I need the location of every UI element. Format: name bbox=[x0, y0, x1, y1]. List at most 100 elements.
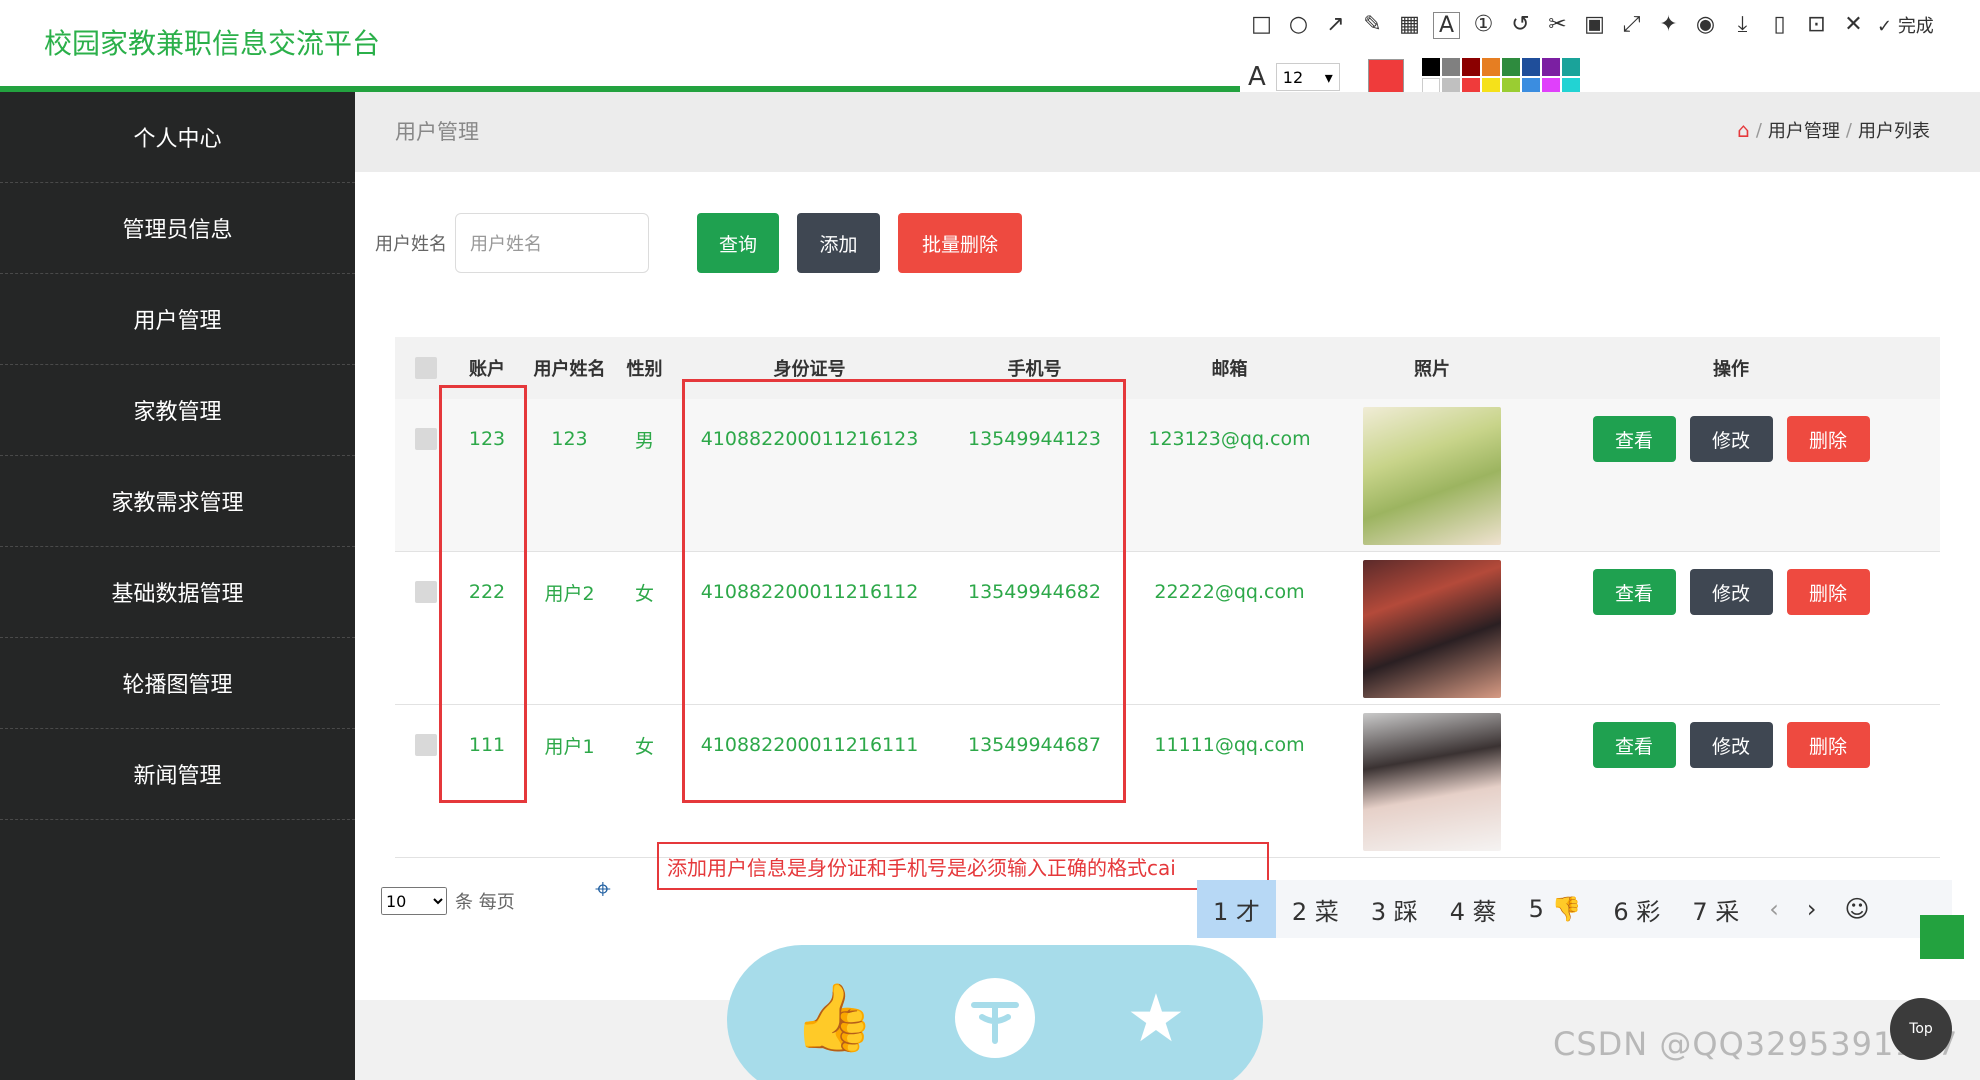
user-photo bbox=[1363, 406, 1501, 545]
font-size-value: 12 bbox=[1282, 67, 1304, 87]
ime-candidate[interactable]: 3 踩 bbox=[1355, 880, 1434, 938]
annotation-text[interactable]: 添加用户信息是身份证和手机号是必须输入正确的格式cai bbox=[657, 842, 1269, 890]
coin-icon[interactable] bbox=[950, 973, 1040, 1063]
cell-email: 123123@qq.com bbox=[1148, 428, 1311, 450]
page-title: 用户管理 bbox=[395, 120, 479, 144]
color-swatch[interactable] bbox=[1561, 58, 1580, 76]
pagination: 10 条 每页 bbox=[381, 887, 515, 915]
delete-button[interactable]: 删除 bbox=[1786, 722, 1870, 768]
sidebar-item-personal-center[interactable]: 个人中心 bbox=[0, 92, 355, 183]
sidebar-item-tutor-demand[interactable]: 家教需求管理 bbox=[0, 456, 355, 547]
font-size-select[interactable]: 12 ▾ bbox=[1275, 63, 1340, 91]
edit-button[interactable]: 修改 bbox=[1689, 569, 1773, 615]
text-icon[interactable]: A bbox=[1433, 12, 1460, 39]
ocr-icon[interactable]: ▣ bbox=[1581, 12, 1608, 39]
crosshair-cursor-icon: ⌖ bbox=[595, 872, 611, 905]
color-swatch[interactable] bbox=[1501, 58, 1520, 76]
cell-name: 用户1 bbox=[544, 735, 595, 758]
ime-candidate[interactable]: 5 👎 bbox=[1513, 880, 1598, 938]
ellipse-icon[interactable]: ○ bbox=[1285, 12, 1312, 39]
sidebar-item-user-management[interactable]: 用户管理 bbox=[0, 274, 355, 365]
cell-email: 22222@qq.com bbox=[1154, 581, 1305, 603]
query-button[interactable]: 查询 bbox=[697, 213, 779, 273]
per-page-label: 条 每页 bbox=[455, 892, 515, 913]
pin-icon[interactable]: ✦ bbox=[1655, 12, 1682, 39]
column-header: 用户姓名 bbox=[533, 359, 606, 380]
color-swatch[interactable] bbox=[1521, 58, 1540, 76]
batch-delete-button[interactable]: 批量删除 bbox=[898, 213, 1022, 273]
color-swatch[interactable] bbox=[1541, 58, 1560, 76]
sidebar-item-label: 家教需求管理 bbox=[111, 491, 244, 516]
emoji-icon[interactable]: ☺ bbox=[1830, 895, 1883, 923]
row-checkbox[interactable] bbox=[415, 428, 437, 450]
scissors-icon[interactable]: ✂ bbox=[1544, 12, 1571, 39]
color-swatch[interactable] bbox=[1461, 58, 1480, 76]
column-header: 操作 bbox=[1713, 359, 1749, 380]
ime-prev-icon[interactable]: ‹ bbox=[1755, 895, 1793, 923]
home-icon[interactable]: ⌂ bbox=[1737, 118, 1750, 142]
sidebar-item-tutor-management[interactable]: 家教管理 bbox=[0, 365, 355, 456]
cell-gender: 女 bbox=[634, 582, 654, 605]
star-icon[interactable]: ★ bbox=[1111, 973, 1201, 1063]
ime-candidate-bar: 1 才 2 菜 3 踩 4 蔡 5 👎 6 彩 7 采 ‹ › ☺ bbox=[1197, 880, 1952, 938]
row-checkbox[interactable] bbox=[415, 581, 437, 603]
ime-candidate[interactable]: 7 采 bbox=[1676, 880, 1755, 938]
mosaic-icon[interactable]: ▦ bbox=[1396, 12, 1423, 39]
undo-icon[interactable]: ↺ bbox=[1507, 12, 1534, 39]
ime-candidate[interactable]: 2 菜 bbox=[1276, 880, 1355, 938]
color-swatch[interactable] bbox=[1421, 58, 1440, 76]
select-all-checkbox[interactable] bbox=[415, 357, 437, 379]
record-icon[interactable]: ◉ bbox=[1692, 12, 1719, 39]
back-to-top-button[interactable]: Top bbox=[1890, 998, 1952, 1060]
bookmark-icon[interactable]: ⊡ bbox=[1803, 12, 1830, 39]
page-size-select[interactable]: 10 bbox=[381, 887, 447, 915]
thumbs-up-icon[interactable]: 👍 bbox=[789, 973, 879, 1063]
done-button[interactable]: ✓ 完成 bbox=[1877, 12, 1934, 39]
annotation-box-id-phone bbox=[682, 379, 1126, 803]
delete-button[interactable]: 删除 bbox=[1786, 569, 1870, 615]
row-checkbox[interactable] bbox=[415, 734, 437, 756]
add-button[interactable]: 添加 bbox=[797, 213, 880, 273]
user-photo bbox=[1363, 712, 1501, 851]
ime-candidate[interactable]: 6 彩 bbox=[1597, 880, 1676, 938]
breadcrumb-item[interactable]: 用户管理 bbox=[1768, 117, 1840, 143]
screenshot-toolbar: □ ○ ↗ ✎ ▦ A ① ↺ ✂ ▣ ⤢ ✦ ◉ ⤓ ▯ ⊡ ✕ ✓ 完成 A… bbox=[1240, 0, 1980, 98]
cell-email: 11111@qq.com bbox=[1154, 734, 1305, 756]
arrow-icon[interactable]: ↗ bbox=[1322, 12, 1349, 39]
font-icon: A bbox=[1248, 62, 1266, 92]
sidebar-item-label: 基础数据管理 bbox=[111, 582, 244, 607]
user-table: 账户 用户姓名 性别 身份证号 手机号 邮箱 照片 操作 123 123 男 4… bbox=[395, 337, 1940, 858]
breadcrumb: ⌂ / 用户管理 / 用户列表 bbox=[1737, 117, 1930, 143]
sidebar-item-news[interactable]: 新闻管理 bbox=[0, 729, 355, 820]
close-icon[interactable]: ✕ bbox=[1840, 12, 1867, 39]
download-icon[interactable]: ⤓ bbox=[1729, 12, 1756, 39]
pencil-icon[interactable]: ✎ bbox=[1359, 12, 1386, 39]
view-button[interactable]: 查看 bbox=[1592, 722, 1676, 768]
side-tab[interactable] bbox=[1920, 915, 1964, 959]
ime-candidate[interactable]: 4 蔡 bbox=[1434, 880, 1513, 938]
color-swatch[interactable] bbox=[1441, 58, 1460, 76]
search-input[interactable]: 用户姓名 bbox=[455, 213, 649, 273]
current-color-swatch[interactable] bbox=[1367, 59, 1404, 95]
sidebar-item-admin-info[interactable]: 管理员信息 bbox=[0, 183, 355, 274]
view-button[interactable]: 查看 bbox=[1592, 416, 1676, 462]
sidebar-item-carousel[interactable]: 轮播图管理 bbox=[0, 638, 355, 729]
sidebar-item-label: 新闻管理 bbox=[133, 764, 222, 789]
expand-icon[interactable]: ⤢ bbox=[1618, 12, 1645, 39]
reaction-bar: 👍 ★ bbox=[727, 945, 1263, 1080]
delete-button[interactable]: 删除 bbox=[1786, 416, 1870, 462]
sidebar-item-base-data[interactable]: 基础数据管理 bbox=[0, 547, 355, 638]
save-icon[interactable]: ▯ bbox=[1766, 12, 1793, 39]
edit-button[interactable]: 修改 bbox=[1689, 722, 1773, 768]
ime-next-icon[interactable]: › bbox=[1793, 895, 1831, 923]
sidebar-item-label: 轮播图管理 bbox=[122, 673, 233, 698]
view-button[interactable]: 查看 bbox=[1592, 569, 1676, 615]
breadcrumb-separator: / bbox=[1755, 119, 1762, 141]
chevron-down-icon: ▾ bbox=[1324, 67, 1333, 87]
rectangle-icon[interactable]: □ bbox=[1248, 12, 1275, 39]
number-icon[interactable]: ① bbox=[1470, 12, 1497, 39]
ime-candidate[interactable]: 1 才 bbox=[1197, 880, 1276, 938]
edit-button[interactable]: 修改 bbox=[1689, 416, 1773, 462]
color-swatch[interactable] bbox=[1481, 58, 1500, 76]
table-row: 111 用户1 女 410882200011216111 13549944687… bbox=[395, 705, 1940, 858]
